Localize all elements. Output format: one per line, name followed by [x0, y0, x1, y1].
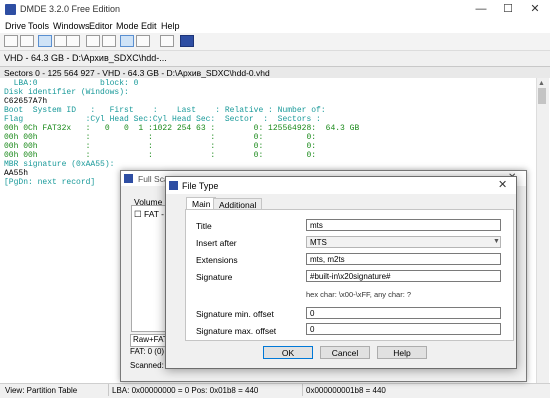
menu-edit[interactable]: Edit — [141, 21, 157, 31]
sig-min-offset-label: Signature min. offset — [196, 309, 274, 319]
title-input[interactable]: mts — [306, 219, 501, 231]
menu-tools[interactable]: Tools — [28, 21, 49, 31]
hex-line: LBA:0 block: 0 — [4, 79, 139, 88]
hex-line: Boot System ID : First : Last : Relative… — [4, 106, 326, 115]
extensions-label: Extensions — [196, 255, 238, 265]
insert-after-select[interactable]: MTS — [306, 236, 501, 248]
menu-mode[interactable]: Mode — [116, 21, 139, 31]
scroll-up-arrow-icon[interactable]: ▲ — [538, 80, 545, 87]
menu-help[interactable]: Help — [161, 21, 180, 31]
maximize-button[interactable]: ☐ — [494, 0, 522, 19]
status-offset: 0x000000001b8 = 440 — [306, 386, 386, 395]
hex-view-icon[interactable] — [86, 35, 100, 47]
hex-line: Flag :Cyl Head Sec:Cyl Head Sec: Sector … — [4, 115, 321, 124]
dmde-app-icon — [5, 4, 16, 15]
table-view-icon[interactable] — [120, 35, 134, 47]
signature-label: Signature — [196, 272, 233, 282]
help-button[interactable]: Help — [377, 346, 427, 359]
signature-input[interactable]: #built-in\x20signature# — [306, 270, 501, 282]
app-title: DMDE 3.2.0 Free Edition — [20, 4, 121, 14]
folder-icon[interactable] — [66, 35, 80, 47]
sig-max-offset-label: Signature max. offset — [196, 326, 277, 336]
dmde-app-icon — [169, 181, 178, 190]
text-view-icon[interactable] — [102, 35, 116, 47]
toolbar — [0, 33, 550, 51]
sector-range-text: Sectors 0 - 125 564 927 - VHD - 64.3 GB … — [4, 68, 270, 78]
scrollbar-thumb[interactable] — [538, 88, 546, 104]
hex-line: MBR signature (0xAA55): — [4, 160, 115, 169]
hex-line: 00h 00h : : : 0: 0: — [4, 142, 317, 151]
fat-count: FAT: 0 (0) — [130, 347, 165, 356]
hex-line: [PgDn: next record] — [4, 178, 96, 187]
dialog-title-bar — [166, 177, 516, 194]
status-bar — [0, 383, 550, 398]
copy-icon[interactable] — [160, 35, 174, 47]
dmde-app-icon — [124, 174, 133, 183]
dmde-logo-icon[interactable] — [180, 35, 194, 47]
sig-max-offset-input[interactable]: 0 — [306, 323, 501, 335]
menu-editor[interactable]: Editor — [89, 21, 113, 31]
extensions-input[interactable]: mts, m2ts — [306, 253, 501, 265]
signature-hint: hex char: \x00-\xFF, any char: ? — [306, 290, 412, 299]
menu-drive[interactable]: Drive — [5, 21, 26, 31]
vertical-scrollbar[interactable] — [536, 78, 549, 383]
partitions-icon[interactable] — [20, 35, 34, 47]
status-divider — [108, 384, 109, 396]
title-label: Title — [196, 221, 212, 231]
hex-line: 00h 0Ch FAT32x : 0 0 1 :1022 254 63 : 0:… — [4, 124, 360, 133]
hex-line: 00h 00h : : : 0: 0: — [4, 151, 317, 160]
hex-line: AA55h — [4, 169, 29, 178]
insert-after-label: Insert after — [196, 238, 237, 248]
hex-line: C62657A7h — [4, 97, 48, 106]
play-icon[interactable] — [38, 35, 52, 47]
chevron-down-icon[interactable]: ▼ — [493, 238, 500, 245]
tab-vhd[interactable]: VHD - 64.3 GB - D:\Архив_SDXC\hdd-... — [4, 53, 167, 63]
cancel-button[interactable]: Cancel — [320, 346, 370, 359]
dialog-title: File Type — [182, 181, 219, 191]
minimize-button[interactable]: — — [467, 0, 495, 19]
dialog-close-icon[interactable]: ✕ — [498, 178, 507, 191]
hex-line: Disk identifier (Windows): — [4, 88, 129, 97]
status-divider — [302, 384, 303, 396]
status-view: View: Partition Table — [5, 386, 78, 395]
close-button[interactable]: ✕ — [521, 0, 549, 19]
menu-windows[interactable]: Windows — [53, 21, 90, 31]
status-lba: LBA: 0x00000000 = 0 Pos: 0x01b8 = 440 — [112, 386, 259, 395]
hex-line: 00h 00h : : : 0: 0: — [4, 133, 317, 142]
ok-button[interactable]: OK — [263, 346, 313, 359]
drive-icon[interactable] — [4, 35, 18, 47]
sig-min-offset-input[interactable]: 0 — [306, 307, 501, 319]
list-view-icon[interactable] — [136, 35, 150, 47]
